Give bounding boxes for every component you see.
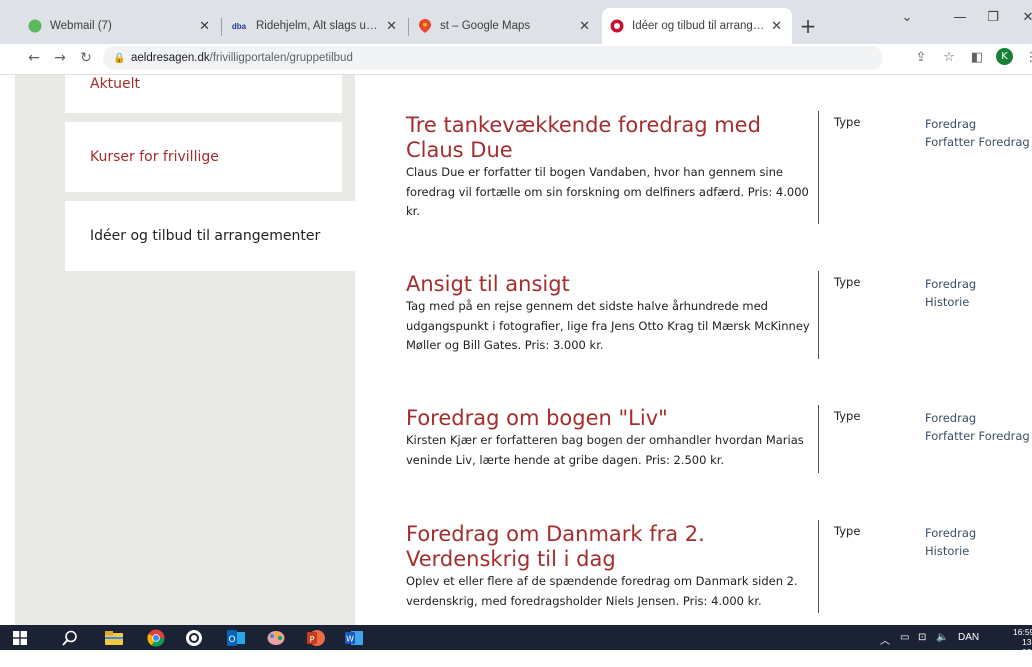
tab-active-ideer[interactable]: Idéer og tilbud til arrangementer ✕ [602,8,792,44]
maps-pin-icon [418,19,432,33]
type-value: Foredrag [925,411,977,425]
type-values: Foredrag Historie [925,275,976,311]
browser-tab-strip: Webmail (7) ✕ dba Ridehjelm, Alt slags u… [0,0,1032,44]
sidebar: Aktuelt Kurser for frivillige Idéer og t… [15,75,355,625]
dba-logo-text: dba [231,21,247,31]
close-icon[interactable]: ✕ [386,18,397,34]
offer-description: Tag med på en rejse gennem det sidste ha… [406,299,810,352]
clock-date: 13-09-202 [1020,637,1032,667]
windows-taskbar: O P W ︿ ▭ ⊡ 🔈 DAN 16:59 13-09-202 [0,625,1032,667]
tab-title: Idéer og tilbud til arrangementer [632,20,765,32]
tab-title: Webmail (7) [50,20,112,32]
type-value: Historie [925,544,970,558]
svg-text:O: O [228,635,235,645]
close-window-icon[interactable]: ✕ [1018,10,1032,25]
chrome-icon[interactable] [146,628,166,648]
powerpoint-icon[interactable]: P [306,628,326,648]
offer-description: Claus Due er forfatter til bogen Vandabe… [406,165,809,218]
type-label: Type [834,524,861,538]
sidebar-item-ideer-active[interactable]: Idéer og tilbud til arrangementer [65,201,355,271]
battery-icon[interactable]: ▭ [900,632,909,643]
offer-title[interactable]: Tre tankevækkende foredrag med Claus Due [406,113,806,163]
close-icon[interactable]: ✕ [579,18,590,34]
tab-separator [408,18,409,36]
lock-icon: 🔒 [113,52,126,64]
search-icon[interactable] [60,628,80,648]
menu-kebab-icon[interactable]: ⋮ [1022,49,1032,67]
app-circle-icon[interactable] [184,628,204,648]
type-values: Foredrag Forfatter Foredrag [925,115,1030,151]
side-panel-icon[interactable]: ◧ [968,49,986,67]
word-icon[interactable]: W [344,628,364,648]
restore-icon[interactable]: ❐ [983,10,1003,25]
tab-title: Ridehjelm, Alt slags udstyr - dba. [256,20,380,32]
divider [818,271,819,359]
type-value: Foredrag [925,117,977,131]
chevron-up-icon[interactable]: ︿ [880,632,890,647]
back-arrow-icon[interactable]: ← [24,48,44,68]
type-label: Type [834,275,861,289]
svg-text:W: W [346,635,354,644]
browser-toolbar: ← → ↻ 🔒 aeldresagen.dk/frivilligportalen… [0,44,1032,75]
dba-logo-icon: dba [230,19,248,33]
type-values: Foredrag Forfatter Foredrag [925,409,1030,445]
type-values: Foredrag Historie [925,524,976,560]
type-value: Historie [925,295,970,309]
type-value: Foredrag [925,277,977,291]
reload-icon[interactable]: ↻ [76,48,96,68]
address-bar[interactable]: 🔒 aeldresagen.dk/frivilligportalen/grupp… [103,46,883,70]
minimize-icon[interactable]: — [950,10,970,25]
sidebar-item-aktuelt[interactable]: Aktuelt [65,75,342,113]
aeldresagen-logo-icon [610,19,624,33]
sidebar-item-label: Idéer og tilbud til arrangementer [90,228,321,244]
share-icon[interactable]: ⇪ [912,49,930,67]
bookmark-star-icon[interactable]: ☆ [940,49,958,67]
tab-title: st – Google Maps [440,20,531,32]
system-clock[interactable]: 16:59 13-09-202 [1013,627,1032,667]
divider [818,520,819,613]
new-tab-plus-icon[interactable]: + [795,13,821,39]
offer-description: Oplev et eller flere af de spændende for… [406,574,798,608]
profile-avatar[interactable]: K [996,48,1013,65]
tab-dba[interactable]: dba Ridehjelm, Alt slags udstyr - dba. ✕ [222,8,407,44]
forward-arrow-icon[interactable]: → [50,48,70,68]
type-value: Foredrag [925,526,977,540]
paint-icon[interactable] [266,628,286,648]
svg-text:P: P [310,635,315,644]
divider [818,111,819,224]
sidebar-item-label: Kurser for frivillige [90,149,219,165]
offer-title[interactable]: Foredrag om bogen "Liv" [406,406,806,431]
file-explorer-icon[interactable] [104,628,124,648]
page-content: Aktuelt Kurser for frivillige Idéer og t… [0,75,1032,625]
offer-title[interactable]: Ansigt til ansigt [406,272,806,297]
offer-description: Kirsten Kjær er forfatteren bag bogen de… [406,433,804,467]
type-value: Forfatter Foredrag [925,429,1030,443]
sidebar-item-label: Aktuelt [90,76,141,92]
green-circle-icon [28,19,42,33]
type-value: Forfatter Foredrag [925,135,1030,149]
divider [818,405,819,473]
url-host: aeldresagen.dk [131,52,210,64]
outlook-icon[interactable]: O [226,628,246,648]
type-label: Type [834,409,861,423]
type-label: Type [834,115,861,129]
offer-title[interactable]: Foredrag om Danmark fra 2. Verdenskrig t… [406,522,806,572]
sidebar-item-kurser[interactable]: Kurser for frivillige [65,122,342,192]
url-path: /frivilligportalen/gruppetilbud [209,52,353,64]
volume-icon[interactable]: 🔈 [936,632,948,643]
language-indicator[interactable]: DAN [958,632,979,643]
network-icon[interactable]: ⊡ [918,632,926,643]
close-icon[interactable]: ✕ [199,18,210,34]
close-icon[interactable]: ✕ [771,18,782,34]
chevron-down-icon[interactable]: ⌄ [897,10,917,25]
clock-time: 16:59 [1013,627,1032,637]
tab-webmail[interactable]: Webmail (7) ✕ [20,8,220,44]
windows-start-icon[interactable] [10,628,30,648]
tab-google-maps[interactable]: st – Google Maps ✕ [410,8,600,44]
